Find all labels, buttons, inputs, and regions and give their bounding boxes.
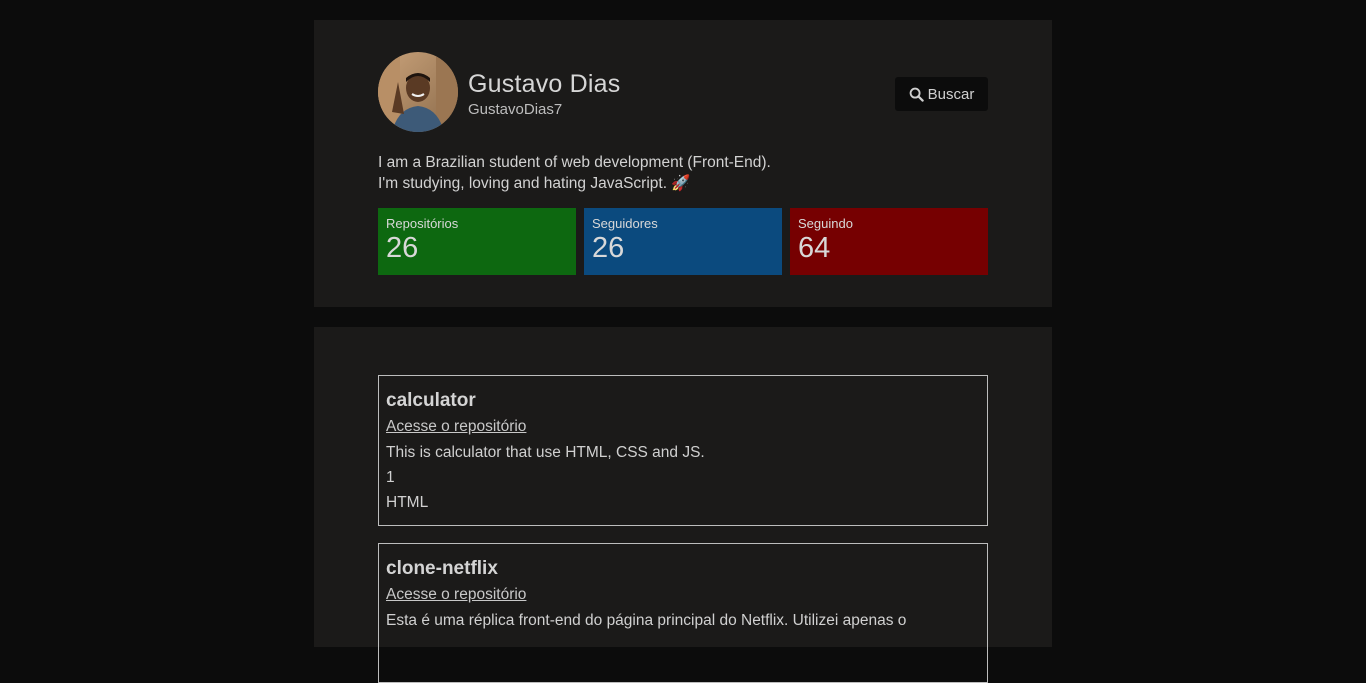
repo-name: calculator — [386, 390, 476, 411]
repo-link[interactable]: Acesse o repositório — [386, 582, 526, 608]
bio-line: I'm studying, loving and hating JavaScri… — [378, 175, 691, 192]
repo-language: HTML — [386, 494, 429, 511]
profile-name: Gustavo Dias — [468, 70, 621, 98]
stat-value: 64 — [798, 232, 831, 264]
repo-link[interactable]: Acesse o repositório — [386, 414, 526, 440]
repo-stars: 1 — [386, 469, 395, 486]
bio-line: I am a Brazilian student of web developm… — [378, 154, 771, 171]
search-button[interactable]: Buscar — [895, 77, 988, 111]
profile-username: GustavoDias7 — [468, 101, 563, 118]
repos-section: calculator Acesse o repositório This is … — [314, 327, 1052, 683]
stat-label: Seguindo — [798, 216, 853, 231]
profile-card: Gustavo Dias GustavoDias7 Buscar I am a … — [314, 20, 1052, 307]
stat-following[interactable]: Seguindo 64 — [790, 208, 988, 275]
search-button-label: Buscar — [927, 85, 975, 103]
repo-card: clone-netflix Acesse o repositório Esta … — [378, 543, 988, 683]
avatar — [378, 52, 458, 132]
stat-followers[interactable]: Seguidores 26 — [584, 208, 782, 275]
stat-value: 26 — [386, 232, 419, 264]
stat-repositories[interactable]: Repositórios 26 — [378, 208, 576, 275]
repo-description: This is calculator that use HTML, CSS an… — [386, 444, 705, 461]
stat-label: Seguidores — [592, 216, 658, 231]
repo-name: clone-netflix — [386, 558, 498, 579]
stat-value: 26 — [592, 232, 625, 264]
repo-description: Esta é uma réplica front-end do página p… — [386, 612, 907, 629]
repo-card: calculator Acesse o repositório This is … — [378, 375, 988, 526]
profile-bio: I am a Brazilian student of web developm… — [378, 152, 771, 194]
stat-label: Repositórios — [386, 216, 459, 231]
search-icon — [909, 87, 924, 102]
